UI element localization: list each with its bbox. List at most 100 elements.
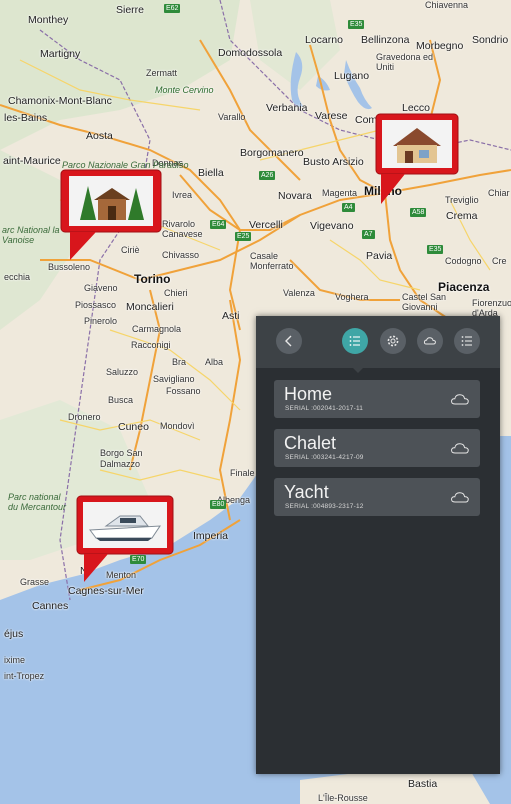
map-label: Giaveno: [84, 283, 118, 293]
map-label: Vigevano: [310, 220, 354, 232]
map-label: Saluzzo: [106, 367, 139, 377]
device-name: Home: [284, 384, 333, 404]
device-item-home[interactable]: Home SERIAL :002041-2017-11: [274, 380, 480, 418]
map-marker-chalet[interactable]: [60, 168, 162, 265]
cloud-icon[interactable]: [450, 392, 470, 406]
map-label: Varese: [315, 110, 348, 122]
highway-shield: E80: [210, 500, 227, 509]
map-label: Cuneo: [118, 421, 149, 433]
map-label: Gravedona ed Uniti: [376, 52, 434, 72]
map-marker-yacht[interactable]: [76, 494, 174, 587]
map-label: ixime: [4, 655, 26, 665]
map-label: Dronero: [68, 412, 101, 422]
map-label: Morbegno: [416, 40, 464, 52]
map-label: int-Tropez: [4, 671, 45, 681]
map-label: Valenza: [283, 288, 315, 298]
map-label: Aosta: [86, 130, 113, 142]
map-label: Alba: [205, 357, 224, 367]
map-label: Chiavenna: [425, 0, 469, 10]
highway-shield: E35: [427, 245, 444, 254]
map-label: Verbania: [266, 102, 308, 114]
map-label: Racconigi: [131, 340, 171, 350]
highway-shield: A4: [342, 203, 355, 212]
settings-tab-button[interactable]: [380, 328, 406, 354]
map-label: Carmagnola: [132, 324, 182, 334]
highway-shield: E62: [164, 4, 181, 13]
map-label: Martigny: [40, 48, 81, 60]
list-icon: [349, 336, 360, 346]
cloud-icon[interactable]: [450, 441, 470, 455]
map-label: Asti: [222, 310, 240, 322]
map-label: Fossano: [166, 386, 201, 396]
map-label: Cannes: [32, 600, 69, 612]
map-label: Ivrea: [172, 190, 193, 200]
map-label: Busca: [108, 395, 134, 405]
map-label: Cre: [492, 256, 507, 266]
map-label: Magenta: [322, 188, 358, 198]
map-label: Codogno: [445, 256, 482, 266]
menu-tab-button[interactable]: [454, 328, 480, 354]
cloud-icon[interactable]: [450, 490, 470, 504]
map-label: Savigliano: [153, 374, 195, 384]
highway-shield: A58: [410, 208, 427, 217]
map-label: Torino: [134, 272, 171, 286]
map-label: Chamonix-Mont-Blanc: [8, 95, 112, 107]
map-label: Imperia: [193, 530, 229, 542]
map-label: les-Bains: [4, 112, 48, 124]
highway-shield: E35: [348, 20, 365, 29]
map-label: Rivarolo Canavese: [162, 219, 203, 239]
map-label: Pavia: [366, 250, 393, 262]
map-label: Moncalieri: [126, 301, 174, 313]
map-label: Vercelli: [249, 219, 283, 231]
map-label: Bastia: [408, 778, 438, 790]
device-serial: SERIAL :004893-2317-12: [285, 503, 364, 510]
map-label: Sondrio: [472, 34, 509, 46]
map-marker-home[interactable]: [375, 112, 459, 209]
map-label: Locarno: [305, 34, 343, 46]
highway-shield: A26: [259, 171, 276, 180]
map-label: Crema: [446, 210, 478, 222]
back-button[interactable]: [276, 328, 302, 354]
map-label: Busto Arsizio: [303, 156, 364, 168]
highway-shield: E64: [210, 220, 227, 229]
panel-toolbar: [256, 316, 500, 368]
map-label: Novara: [278, 190, 312, 202]
map-label: Mondovì: [160, 421, 195, 431]
device-item-chalet[interactable]: Chalet SERIAL :003241-4217-09: [274, 429, 480, 467]
map-label: Borgomanero: [240, 147, 304, 159]
map-label: Chivasso: [162, 250, 200, 260]
map-label: Monte Cervino: [155, 85, 214, 95]
cloud-tab-button[interactable]: [417, 328, 443, 354]
map-label: Borgo San Dalmazzo: [100, 448, 143, 469]
map-label: Varallo: [218, 112, 246, 122]
map-label: Piossasco: [75, 300, 117, 310]
map-label: Lugano: [334, 70, 370, 82]
highway-shield: A7: [362, 230, 375, 239]
list-tab-button[interactable]: [342, 328, 368, 354]
active-tab-caret: [353, 368, 363, 373]
map-label: Bellinzona: [361, 34, 410, 46]
device-panel: Home SERIAL :002041-2017-11 Chalet SERIA…: [256, 316, 500, 774]
park-label: Parc national du Mercantour: [8, 492, 67, 512]
map-label: Finale: [230, 468, 255, 478]
device-name: Chalet: [284, 433, 337, 453]
back-icon: [285, 335, 292, 347]
map-label: Grasse: [20, 577, 50, 587]
park-label: arc National la Vanoise: [2, 225, 60, 245]
map-label: aint-Maurice: [3, 155, 61, 167]
map-label: L'Île-Rousse: [318, 793, 368, 803]
highway-shield: E25: [235, 232, 252, 241]
device-serial: SERIAL :003241-4217-09: [285, 454, 364, 461]
map-label: Chiar: [488, 188, 510, 198]
device-item-yacht[interactable]: Yacht SERIAL :004893-2317-12: [274, 478, 480, 516]
map-label: Sierre: [116, 4, 145, 16]
map-label: Monthey: [28, 14, 69, 26]
map-label: Chieri: [164, 288, 188, 298]
map-label: Biella: [198, 167, 224, 179]
settings-icon: [387, 335, 399, 347]
map-label: Domodossola: [218, 47, 283, 59]
device-name: Yacht: [284, 482, 329, 502]
map-label: Pinerolo: [84, 316, 118, 326]
cloud-icon: [423, 337, 436, 345]
map-label: Zermatt: [146, 68, 178, 78]
